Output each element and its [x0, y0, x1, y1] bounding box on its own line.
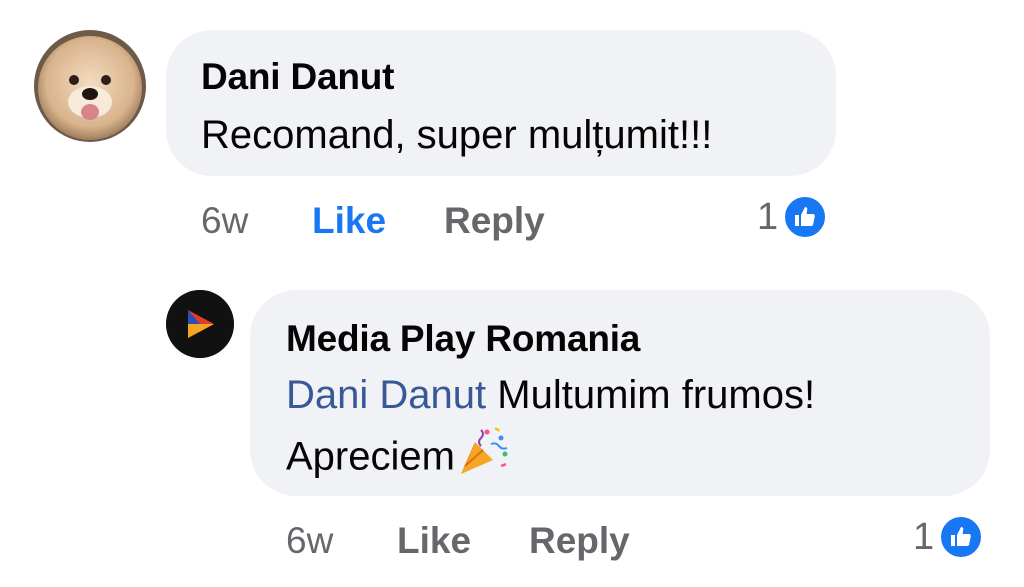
commenter-avatar[interactable]: [34, 30, 146, 142]
reply-timestamp[interactable]: 6w: [286, 520, 333, 562]
reply-reaction-count: 1: [913, 515, 935, 558]
reply-text-line2: Apreciem: [286, 424, 511, 494]
reply-text-line1: Dani Danut Multumim frumos!: [286, 366, 815, 424]
reaction-count: 1: [757, 195, 779, 238]
thumbs-up-icon: [782, 194, 829, 240]
thumbs-up-icon: [938, 514, 985, 560]
reply-reaction-summary[interactable]: 1: [913, 514, 985, 560]
comment-thread: Dani Danut Recomand, super mulțumit!!! 6…: [0, 0, 1024, 587]
reply-button[interactable]: Reply: [444, 200, 545, 242]
like-button[interactable]: Like: [312, 200, 386, 242]
reply-author[interactable]: Media Play Romania: [286, 318, 640, 360]
reply-like-button[interactable]: Like: [397, 520, 471, 562]
comment-author[interactable]: Dani Danut: [201, 56, 394, 98]
media-play-logo: [166, 290, 234, 358]
reply-author-avatar[interactable]: [166, 290, 234, 358]
comment-timestamp[interactable]: 6w: [201, 200, 248, 242]
reply-reply-button[interactable]: Reply: [529, 520, 630, 562]
party-popper-icon: [457, 424, 511, 494]
comment-text: Recomand, super mulțumit!!!: [201, 113, 713, 157]
reaction-summary[interactable]: 1: [757, 194, 829, 240]
dog-photo-avatar: [34, 30, 146, 142]
mention-link[interactable]: Dani Danut: [286, 373, 486, 417]
reply-text-continued: Apreciem: [286, 434, 455, 479]
reply-text: Multumim frumos!: [497, 373, 816, 417]
